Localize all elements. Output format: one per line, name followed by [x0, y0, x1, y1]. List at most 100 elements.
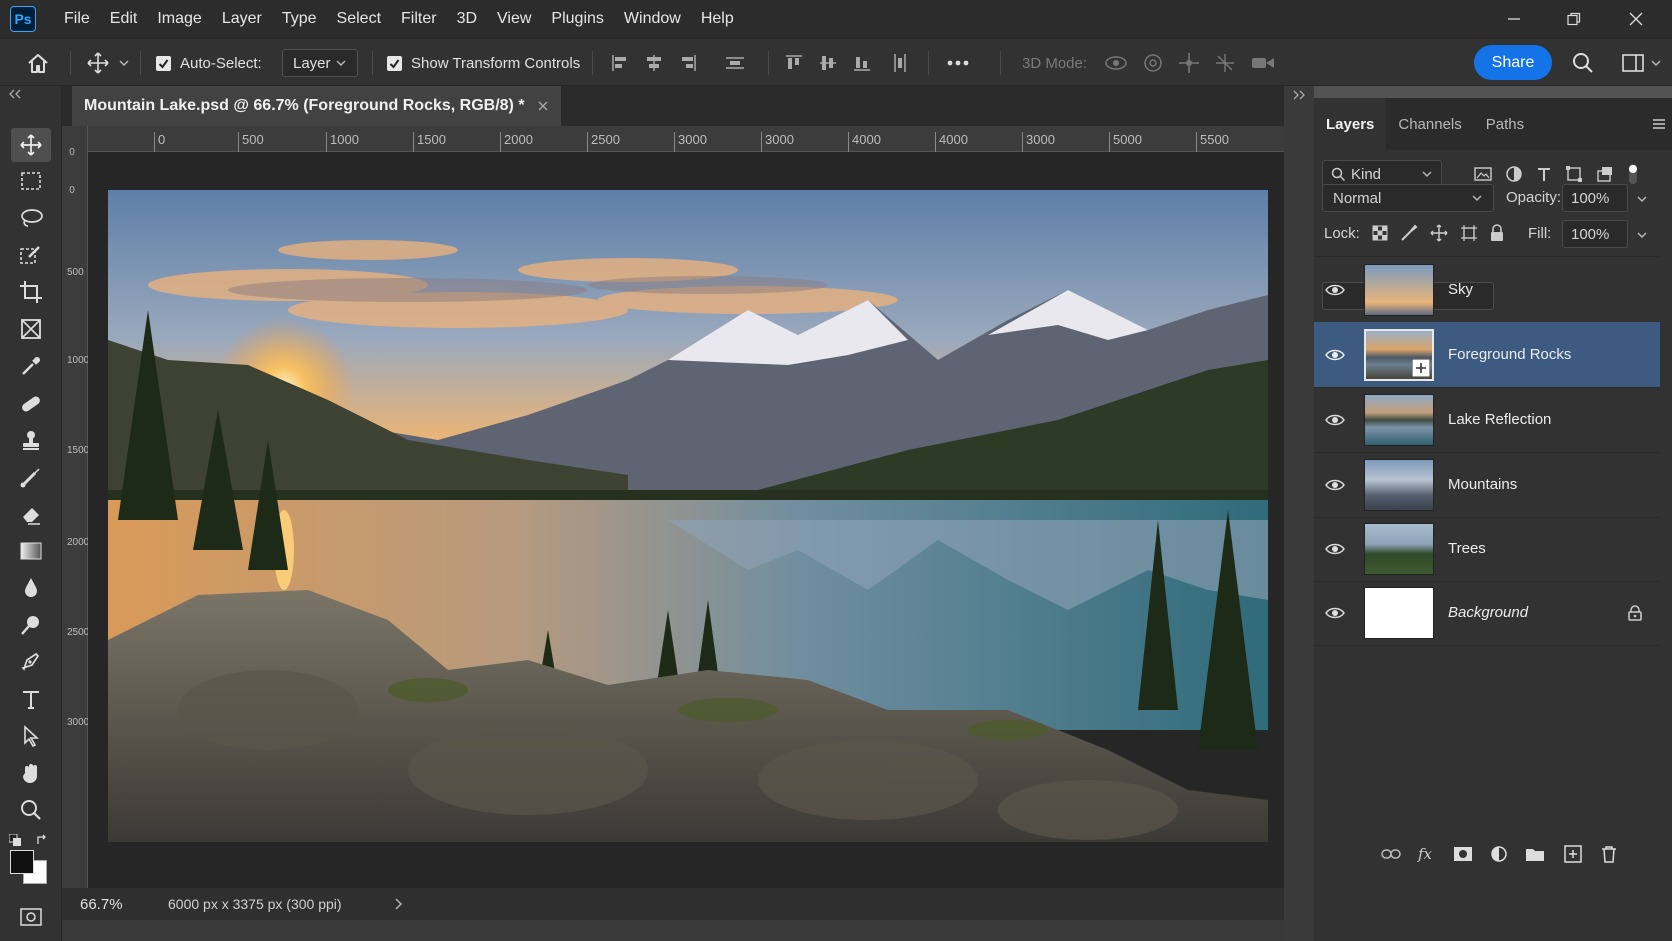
- opacity-input[interactable]: 100%: [1562, 184, 1628, 212]
- filter-shape-icon[interactable]: [1565, 165, 1583, 183]
- roll-3d-icon[interactable]: [1142, 52, 1164, 74]
- layer-row-mountains[interactable]: Mountains: [1314, 452, 1660, 518]
- panel-menu-icon[interactable]: [1652, 118, 1666, 130]
- document-tab[interactable]: Mountain Lake.psd @ 66.7% (Foreground Ro…: [72, 86, 561, 126]
- rectangular-marquee-tool[interactable]: [11, 164, 51, 198]
- align-bottom-edges-icon[interactable]: [852, 53, 872, 73]
- lock-artboard-icon[interactable]: [1460, 224, 1478, 242]
- menu-layer[interactable]: Layer: [212, 10, 272, 28]
- object-selection-tool[interactable]: [11, 238, 51, 272]
- workspace-switcher-button[interactable]: [1622, 39, 1662, 87]
- menu-plugins[interactable]: Plugins: [541, 10, 613, 28]
- layer-row-trees[interactable]: Trees: [1314, 516, 1660, 582]
- minimize-button[interactable]: [1488, 0, 1540, 38]
- close-button[interactable]: [1610, 0, 1662, 38]
- menu-image[interactable]: Image: [147, 10, 211, 28]
- chevron-down-icon[interactable]: [1636, 230, 1648, 240]
- tab-channels[interactable]: Channels: [1386, 98, 1473, 150]
- document-canvas-image[interactable]: [108, 190, 1268, 842]
- menu-file[interactable]: File: [54, 10, 100, 28]
- new-group-button[interactable]: [1520, 834, 1550, 874]
- more-options-button[interactable]: [946, 39, 970, 87]
- path-selection-tool[interactable]: [11, 719, 51, 753]
- tab-layers[interactable]: Layers: [1314, 98, 1387, 150]
- add-layer-style-button[interactable]: fx: [1412, 834, 1442, 874]
- move-tool-preset-button[interactable]: [86, 39, 130, 87]
- lasso-tool[interactable]: [11, 201, 51, 235]
- menu-type[interactable]: Type: [272, 10, 327, 28]
- fill-input[interactable]: 100%: [1562, 220, 1628, 248]
- clone-stamp-tool[interactable]: [11, 423, 51, 457]
- lock-image-pixels-icon[interactable]: [1400, 224, 1418, 242]
- visibility-toggle[interactable]: [1314, 348, 1356, 362]
- new-adjustment-layer-button[interactable]: [1484, 834, 1514, 874]
- show-transform-controls-checkbox[interactable]: Show Transform Controls: [387, 39, 580, 87]
- hand-tool[interactable]: [11, 756, 51, 790]
- align-top-edges-icon[interactable]: [784, 53, 804, 73]
- add-mask-button[interactable]: [1448, 834, 1478, 874]
- menu-edit[interactable]: Edit: [100, 10, 148, 28]
- restore-button[interactable]: [1548, 0, 1600, 38]
- align-vertical-centers-icon[interactable]: [818, 53, 838, 73]
- visibility-toggle[interactable]: [1314, 413, 1356, 427]
- new-layer-button[interactable]: [1558, 834, 1588, 874]
- chevron-right-icon[interactable]: [394, 897, 404, 911]
- eyedropper-tool[interactable]: [11, 349, 51, 383]
- move-tool[interactable]: [11, 128, 51, 162]
- visibility-toggle[interactable]: [1314, 478, 1356, 492]
- expand-panels-icon[interactable]: [1292, 90, 1306, 100]
- auto-select-checkbox[interactable]: Auto-Select:: [156, 39, 262, 87]
- layer-row-lake-reflection[interactable]: Lake Reflection: [1314, 387, 1660, 453]
- crop-tool[interactable]: [11, 275, 51, 309]
- layer-row-background[interactable]: Background: [1314, 580, 1660, 646]
- distribute-vertical-icon[interactable]: [890, 52, 910, 74]
- visibility-toggle[interactable]: [1314, 283, 1356, 297]
- zoom-level[interactable]: 66.7%: [80, 896, 160, 913]
- align-left-edges-icon[interactable]: [610, 53, 630, 73]
- pan-3d-icon[interactable]: [1178, 52, 1200, 74]
- filter-smart-object-icon[interactable]: [1596, 165, 1614, 183]
- swap-colors-icon[interactable]: [36, 834, 48, 846]
- share-button[interactable]: Share: [1474, 45, 1552, 80]
- layer-row-foreground-rocks[interactable]: Foreground Rocks: [1314, 322, 1660, 388]
- gradient-tool[interactable]: [11, 534, 51, 568]
- link-layers-button[interactable]: [1376, 834, 1406, 874]
- menu-help[interactable]: Help: [691, 10, 744, 28]
- default-colors-icon[interactable]: [9, 834, 21, 846]
- delete-layer-button[interactable]: [1594, 834, 1624, 874]
- menu-window[interactable]: Window: [614, 10, 691, 28]
- collapse-panel-icon[interactable]: [8, 89, 22, 99]
- close-tab-icon[interactable]: [537, 100, 549, 112]
- search-button[interactable]: [1572, 39, 1594, 87]
- menu-filter[interactable]: Filter: [391, 10, 447, 28]
- healing-brush-tool[interactable]: [11, 386, 51, 420]
- menu-view[interactable]: View: [487, 10, 541, 28]
- history-brush-tool[interactable]: [11, 460, 51, 494]
- slide-3d-icon[interactable]: [1214, 52, 1236, 74]
- menu-3d[interactable]: 3D: [447, 10, 487, 28]
- scale-3d-icon[interactable]: [1250, 53, 1276, 73]
- filter-adjustment-icon[interactable]: [1505, 165, 1523, 183]
- layer-row-sky[interactable]: Sky: [1314, 257, 1660, 323]
- eraser-tool[interactable]: [11, 497, 51, 531]
- lock-position-icon[interactable]: [1430, 224, 1448, 242]
- blend-mode-dropdown[interactable]: Normal: [1322, 184, 1494, 212]
- zoom-tool[interactable]: [11, 793, 51, 827]
- foreground-color-swatch[interactable]: [10, 850, 34, 874]
- type-tool[interactable]: [11, 682, 51, 716]
- align-horizontal-centers-icon[interactable]: [644, 53, 664, 73]
- pen-tool[interactable]: [11, 645, 51, 679]
- orbit-3d-icon[interactable]: [1104, 52, 1128, 74]
- align-right-edges-icon[interactable]: [678, 53, 698, 73]
- tab-paths[interactable]: Paths: [1474, 98, 1536, 150]
- visibility-toggle[interactable]: [1314, 606, 1356, 620]
- visibility-toggle[interactable]: [1314, 542, 1356, 556]
- lock-all-icon[interactable]: [1490, 224, 1504, 242]
- frame-tool[interactable]: [11, 312, 51, 346]
- chevron-down-icon[interactable]: [1636, 194, 1648, 204]
- auto-select-target-dropdown[interactable]: Layer: [282, 49, 358, 77]
- blur-tool[interactable]: [11, 571, 51, 605]
- filter-type-icon[interactable]: [1536, 166, 1552, 182]
- quick-mask-button[interactable]: [11, 900, 51, 934]
- home-button[interactable]: [26, 39, 50, 87]
